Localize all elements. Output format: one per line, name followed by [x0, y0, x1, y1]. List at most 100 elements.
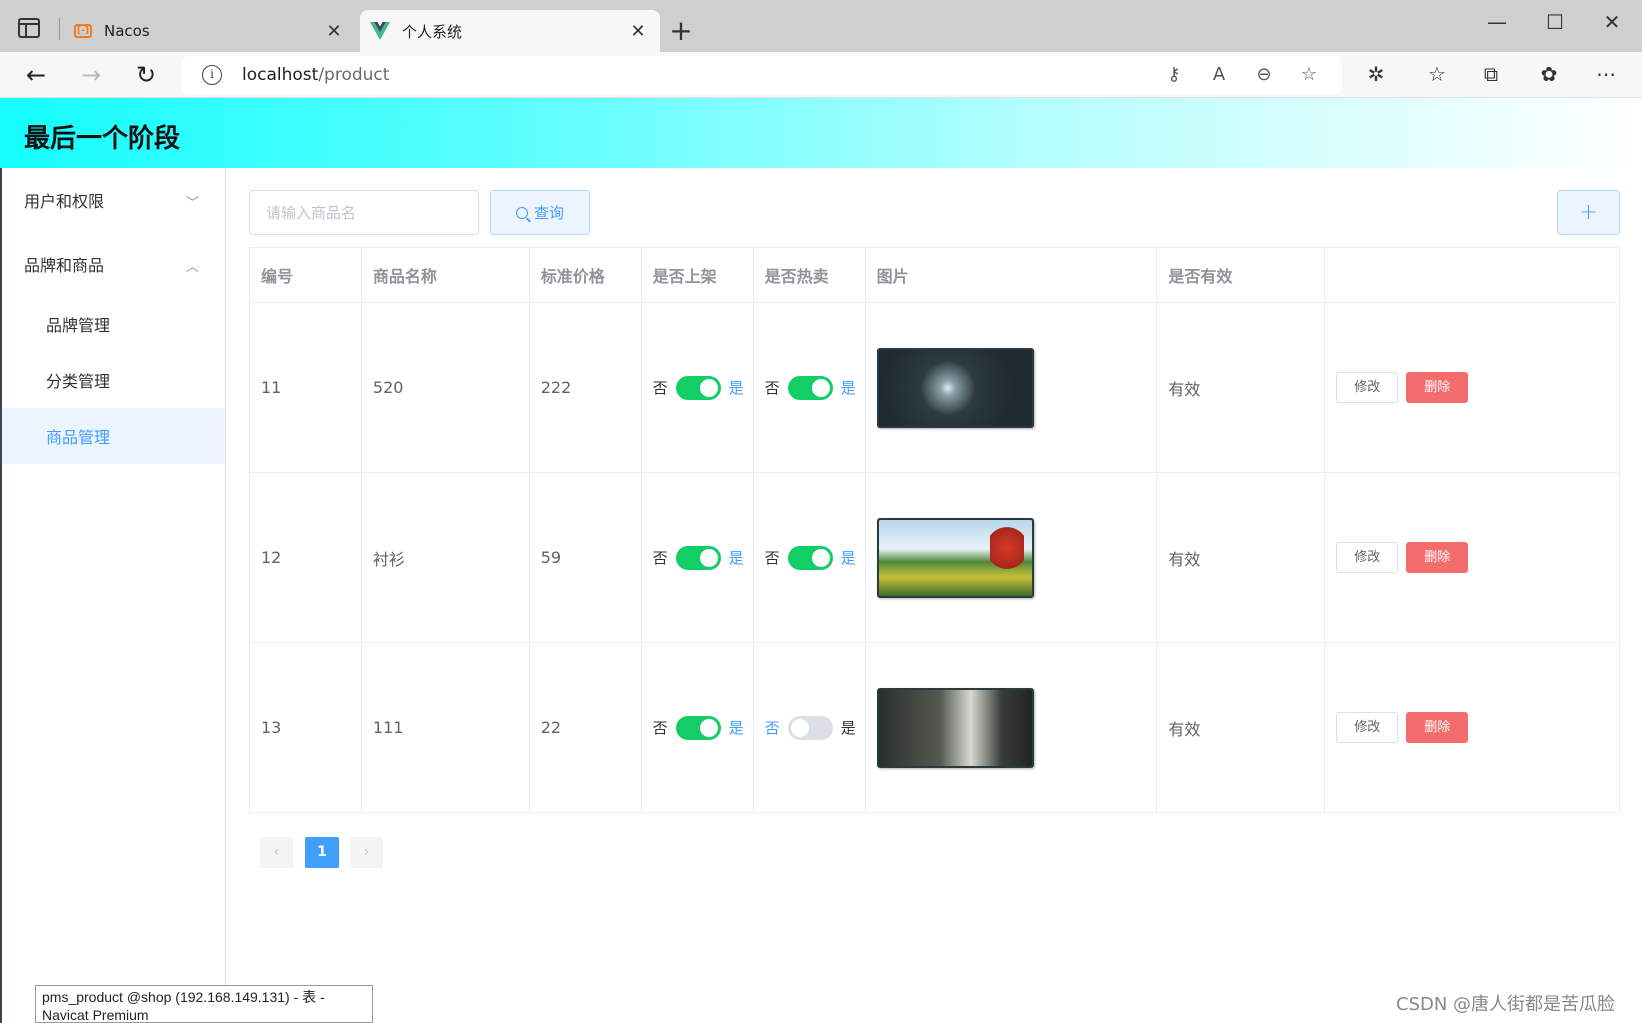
prev-page-button[interactable]: ‹ [260, 837, 293, 868]
product-thumbnail[interactable] [876, 687, 1034, 768]
column-header-id[interactable]: 编号 [249, 247, 362, 303]
switch-off-label[interactable]: 否 [765, 547, 780, 568]
column-header-price[interactable]: 标准价格 [528, 247, 642, 303]
delete-button[interactable]: 删除 [1406, 372, 1469, 403]
nacos-icon: [-] [74, 24, 92, 38]
cell-on-sale: 否 是 [640, 642, 754, 813]
column-header-name[interactable]: 商品名称 [360, 247, 530, 303]
search-button[interactable]: 查询 [490, 190, 590, 235]
window-close-icon[interactable]: ✕ [1597, 10, 1627, 34]
edit-button[interactable]: 修改 [1336, 542, 1399, 573]
favorites-icon[interactable]: ☆ [1423, 62, 1451, 86]
table-row: 11 520 222 否 是 否 是 有效 修改 删除 [249, 302, 1620, 473]
cell-hot: 否 是 [752, 472, 866, 643]
hot-switch-group: 否 是 [765, 375, 865, 400]
switch-off-label[interactable]: 否 [653, 377, 668, 398]
product-name-search-input[interactable] [249, 190, 479, 235]
forward-icon[interactable]: → [76, 60, 106, 90]
column-header-hot[interactable]: 是否热卖 [752, 247, 866, 303]
cell-valid: 有效 [1156, 472, 1326, 643]
new-tab-icon[interactable]: + [668, 14, 694, 47]
reload-icon[interactable]: ↻ [131, 60, 161, 90]
product-thumbnail[interactable] [876, 517, 1034, 598]
hot-switch[interactable] [787, 545, 833, 570]
site-info-icon[interactable]: i [202, 65, 222, 85]
sidebar-item-brand-management[interactable]: 品牌管理 [0, 296, 225, 352]
switch-off-label[interactable]: 否 [765, 377, 780, 398]
delete-button[interactable]: 删除 [1406, 712, 1469, 743]
switch-on-label[interactable]: 是 [729, 377, 744, 398]
collections-icon[interactable]: ⧉ [1477, 62, 1505, 86]
minimize-icon[interactable]: — [1482, 10, 1512, 34]
address-bar[interactable]: i localhost/product ⚷ A ⊖ ☆ [182, 56, 1342, 94]
on-sale-switch[interactable] [675, 715, 721, 740]
cell-actions: 修改 删除 [1324, 472, 1620, 643]
switch-on-label[interactable]: 是 [729, 547, 744, 568]
switch-knob [699, 718, 718, 737]
app-title: 最后一个阶段 [24, 124, 181, 154]
read-aloud-icon[interactable]: A [1207, 64, 1231, 85]
add-product-button[interactable]: + [1557, 190, 1620, 235]
column-header-on-sale[interactable]: 是否上架 [640, 247, 754, 303]
more-menu-icon[interactable]: ⋯ [1592, 62, 1620, 86]
switch-on-label[interactable]: 是 [841, 377, 856, 398]
browser-tab-strip: [-] Nacos ✕ 个人系统 ✕ + — ☐ ✕ [0, 0, 1642, 52]
close-tab-icon[interactable]: ✕ [322, 21, 346, 42]
cell-valid: 有效 [1156, 302, 1326, 473]
product-thumbnail[interactable] [876, 347, 1034, 428]
on-sale-switch[interactable] [675, 375, 721, 400]
profile-icon[interactable]: ✿ [1535, 62, 1563, 86]
cell-id: 12 [249, 472, 362, 643]
on-sale-switch-group: 否 是 [653, 715, 753, 740]
cell-name: 111 [360, 642, 530, 813]
submenu-brand-product[interactable]: 品牌和商品 ︿ [0, 232, 225, 296]
sidebar-item-product-management[interactable]: 商品管理 [0, 408, 225, 464]
browser-tab-active[interactable]: 个人系统 ✕ [360, 10, 660, 52]
cell-id: 13 [249, 642, 362, 813]
url-path: /product [318, 65, 390, 85]
url-text[interactable]: localhost/product [242, 65, 389, 85]
cell-price: 59 [528, 472, 642, 643]
switch-knob [811, 378, 830, 397]
cell-on-sale: 否 是 [640, 302, 754, 473]
switch-knob [811, 548, 830, 567]
on-sale-switch[interactable] [675, 545, 721, 570]
column-header-image[interactable]: 图片 [864, 247, 1158, 303]
close-tab-icon[interactable]: ✕ [626, 21, 650, 42]
switch-off-label[interactable]: 否 [765, 717, 780, 738]
sidebar-item-category-management[interactable]: 分类管理 [0, 352, 225, 408]
cell-price: 222 [528, 302, 642, 473]
edit-button[interactable]: 修改 [1336, 712, 1399, 743]
add-favorite-icon[interactable]: ☆ [1297, 64, 1321, 85]
switch-on-label[interactable]: 是 [729, 717, 744, 738]
extensions-icon[interactable]: ✲ [1362, 62, 1390, 86]
tab-actions-icon[interactable] [18, 18, 40, 38]
on-sale-switch-group: 否 是 [653, 545, 753, 570]
hot-switch-group: 否 是 [765, 545, 865, 570]
switch-on-label[interactable]: 是 [841, 547, 856, 568]
zoom-out-icon[interactable]: ⊖ [1252, 64, 1276, 85]
back-icon[interactable]: ← [21, 60, 51, 90]
column-header-actions [1324, 247, 1620, 303]
chevron-down-icon: ﹀ [185, 196, 199, 211]
key-icon[interactable]: ⚷ [1162, 64, 1186, 85]
switch-off-label[interactable]: 否 [653, 717, 668, 738]
column-header-valid[interactable]: 是否有效 [1156, 247, 1326, 303]
delete-button[interactable]: 删除 [1406, 542, 1469, 573]
cell-actions: 修改 删除 [1324, 642, 1620, 813]
hot-switch[interactable] [787, 715, 833, 740]
vue-icon [370, 21, 390, 41]
page-number-1[interactable]: 1 [305, 837, 339, 868]
browser-tab-nacos[interactable]: [-] Nacos ✕ [64, 10, 356, 52]
cell-image [864, 642, 1158, 813]
hot-switch[interactable] [787, 375, 833, 400]
switch-off-label[interactable]: 否 [653, 547, 668, 568]
submenu-user-permission[interactable]: 用户和权限 ﹀ [0, 168, 225, 232]
maximize-icon[interactable]: ☐ [1540, 10, 1570, 34]
window-edge [0, 168, 2, 1023]
next-page-button[interactable]: › [350, 837, 383, 868]
switch-on-label[interactable]: 是 [841, 717, 856, 738]
switch-knob [699, 378, 718, 397]
edit-button[interactable]: 修改 [1336, 372, 1399, 403]
sidebar: 用户和权限 ﹀ 品牌和商品 ︿ 品牌管理 分类管理 商品管理 [0, 168, 226, 1023]
